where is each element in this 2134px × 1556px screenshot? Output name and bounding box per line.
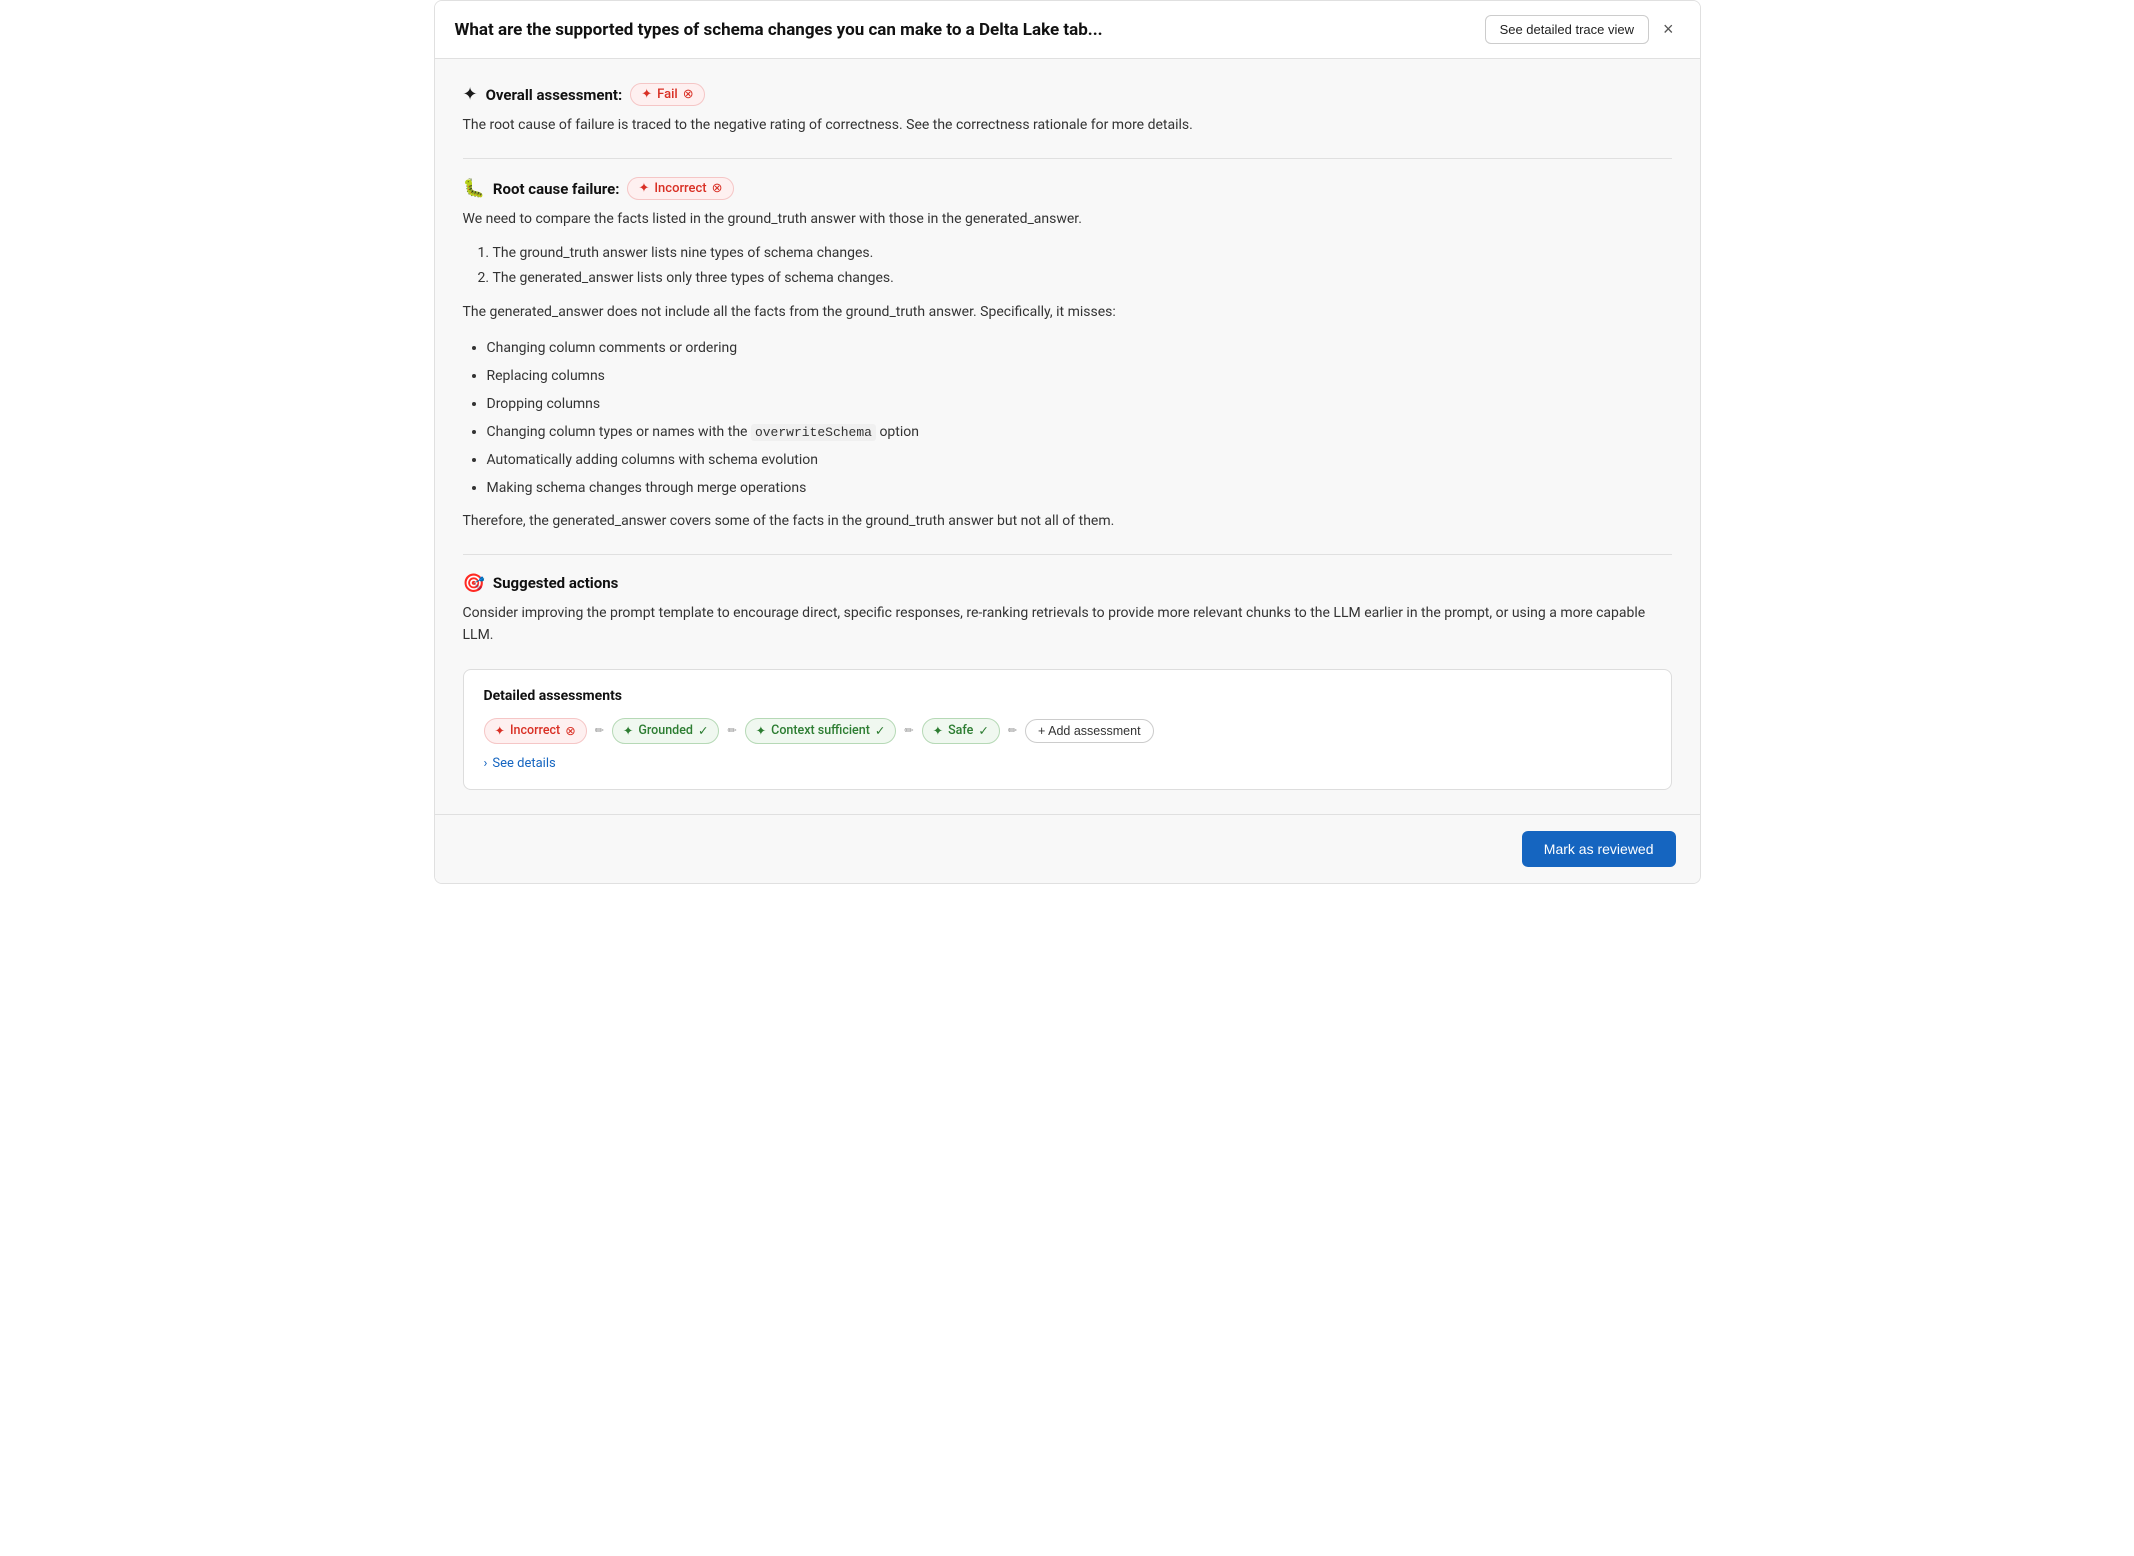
list-item: Dropping columns <box>487 390 1672 418</box>
root-cause-intro: We need to compare the facts listed in t… <box>463 208 1672 230</box>
overall-assessment-icon: ✦ <box>463 84 478 105</box>
header: What are the supported types of schema c… <box>435 1 1700 59</box>
see-details-chevron: › <box>484 756 488 771</box>
divider-2 <box>463 554 1672 555</box>
trace-view-button[interactable]: See detailed trace view <box>1485 15 1649 44</box>
see-details-button[interactable]: › See details <box>484 756 1651 771</box>
grounded-edit-icon[interactable]: ✏ <box>727 724 736 737</box>
root-cause-header: 🐛 Root cause failure: ✦ Incorrect ⊗ <box>463 177 1672 200</box>
incorrect-badge-text: Incorrect <box>654 181 706 196</box>
safe-tag-check: ✓ <box>978 723 988 739</box>
see-details-label: See details <box>492 756 555 771</box>
list-item: Replacing columns <box>487 362 1672 390</box>
root-cause-label: Root cause failure: <box>493 180 620 198</box>
fail-badge: ✦ Fail ⊗ <box>630 83 704 106</box>
divider-1 <box>463 158 1672 159</box>
overall-assessment-section: ✦ Overall assessment: ✦ Fail ⊗ The root … <box>463 83 1672 136</box>
list-item: Making schema changes through merge oper… <box>487 474 1672 502</box>
safe-edit-icon[interactable]: ✏ <box>1008 724 1017 737</box>
incorrect-tag-icon: ✦ <box>495 723 505 739</box>
grounded-tag-text: Grounded <box>638 723 693 738</box>
overall-assessment-label: Overall assessment: <box>486 86 623 104</box>
footer: Mark as reviewed <box>435 814 1700 883</box>
grounded-tag-check: ✓ <box>698 723 708 739</box>
overall-assessment-description: The root cause of failure is traced to t… <box>463 114 1672 136</box>
list-item: Changing column types or names with the … <box>487 418 1672 446</box>
safe-assessment-tag[interactable]: ✦ Safe ✓ <box>922 718 1000 744</box>
suggested-actions-label: Suggested actions <box>493 574 618 592</box>
suggested-actions-header: 🎯 Suggested actions <box>463 573 1672 594</box>
context-tag-check: ✓ <box>875 723 885 739</box>
context-tag-icon: ✦ <box>756 723 766 739</box>
suggested-actions-icon: 🎯 <box>463 573 485 594</box>
incorrect-edit-icon[interactable]: ✏ <box>595 724 604 737</box>
page-title: What are the supported types of schema c… <box>455 20 1485 40</box>
suggested-actions-description: Consider improving the prompt template t… <box>463 602 1672 647</box>
context-edit-icon[interactable]: ✏ <box>904 724 913 737</box>
add-assessment-button[interactable]: + Add assessment <box>1025 719 1154 743</box>
mark-reviewed-button[interactable]: Mark as reviewed <box>1522 831 1676 867</box>
missed-items-list: Changing column comments or ordering Rep… <box>487 334 1672 502</box>
main-panel: What are the supported types of schema c… <box>434 0 1701 884</box>
root-cause-conclusion: Therefore, the generated_answer covers s… <box>463 510 1672 532</box>
incorrect-assessment-tag[interactable]: ✦ Incorrect ⊗ <box>484 718 587 744</box>
fail-badge-icon: ✦ <box>641 87 652 102</box>
close-button[interactable]: × <box>1657 17 1680 42</box>
incorrect-badge-close-icon: ⊗ <box>712 181 723 196</box>
incorrect-tag-text: Incorrect <box>510 723 560 738</box>
main-content: ✦ Overall assessment: ✦ Fail ⊗ The root … <box>435 59 1700 814</box>
header-actions: See detailed trace view × <box>1485 15 1680 44</box>
incorrect-badge-icon: ✦ <box>638 181 649 196</box>
detailed-assessments-box: Detailed assessments ✦ Incorrect ⊗ ✏ ✦ G… <box>463 669 1672 790</box>
fail-badge-close-icon: ⊗ <box>683 87 694 102</box>
root-cause-numbered-list: The ground_truth answer lists nine types… <box>493 241 1672 291</box>
safe-tag-icon: ✦ <box>933 723 943 739</box>
list-item: The generated_answer lists only three ty… <box>493 266 1672 291</box>
incorrect-tag-close: ⊗ <box>565 723 575 739</box>
context-tag-text: Context sufficient <box>771 723 870 738</box>
root-cause-icon: 🐛 <box>463 178 485 199</box>
detailed-assessments-title: Detailed assessments <box>484 688 1651 704</box>
fail-badge-text: Fail <box>657 87 678 102</box>
grounded-tag-icon: ✦ <box>623 723 633 739</box>
root-cause-section: 🐛 Root cause failure: ✦ Incorrect ⊗ We n… <box>463 177 1672 532</box>
list-item: Automatically adding columns with schema… <box>487 446 1672 474</box>
assessment-tags: ✦ Incorrect ⊗ ✏ ✦ Grounded ✓ ✏ ✦ Context… <box>484 718 1651 744</box>
overall-assessment-header: ✦ Overall assessment: ✦ Fail ⊗ <box>463 83 1672 106</box>
context-assessment-tag[interactable]: ✦ Context sufficient ✓ <box>745 718 897 744</box>
missed-intro: The generated_answer does not include al… <box>463 301 1672 323</box>
incorrect-badge: ✦ Incorrect ⊗ <box>627 177 733 200</box>
safe-tag-text: Safe <box>948 723 973 738</box>
grounded-assessment-tag[interactable]: ✦ Grounded ✓ <box>612 718 720 744</box>
list-item: The ground_truth answer lists nine types… <box>493 241 1672 266</box>
list-item: Changing column comments or ordering <box>487 334 1672 362</box>
suggested-actions-section: 🎯 Suggested actions Consider improving t… <box>463 573 1672 647</box>
